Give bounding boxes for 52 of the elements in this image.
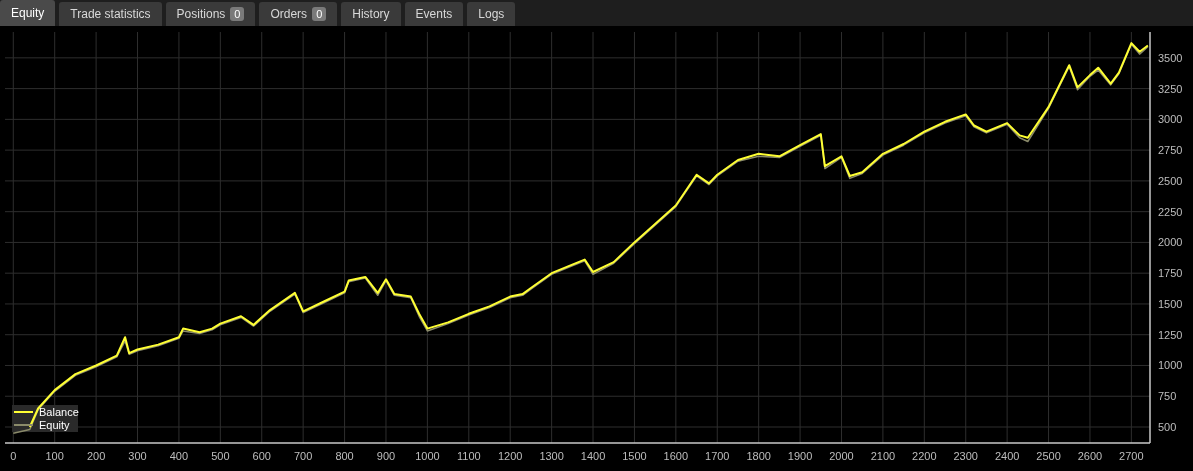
count-badge: 0: [230, 7, 245, 21]
axis-tick-label: 1700: [705, 450, 730, 462]
legend-label: Equity: [39, 419, 70, 431]
axis-tick-label: 700: [294, 450, 313, 462]
tab[interactable]: Logs: [467, 2, 516, 26]
axis-tick-label: 0: [10, 450, 17, 462]
axis-tick-label: 1200: [497, 450, 523, 462]
tab[interactable]: History: [341, 2, 401, 26]
tab[interactable]: Positions 0: [165, 2, 256, 26]
axis-tick-label: 1400: [580, 450, 606, 462]
axis-tick-label: 1100: [456, 450, 481, 462]
axis-tick-label: 2200: [912, 450, 937, 462]
axis-tick-label: 2000: [829, 450, 854, 462]
axis-tick-label: 1300: [539, 450, 564, 462]
axis-tick-label: 1250: [1158, 328, 1183, 341]
axis-tick-label: 2600: [1077, 450, 1103, 462]
axis-tick-label: 800: [335, 450, 354, 462]
axis-tick-label: 1800: [746, 450, 771, 462]
axis-tick-label: 1500: [1158, 297, 1183, 310]
axis-tick-label: 2400: [994, 450, 1020, 462]
tab[interactable]: Trade statistics: [59, 2, 162, 26]
axis-tick-label: 1500: [622, 450, 647, 462]
axis-tick-label: 3500: [1158, 51, 1183, 64]
tab[interactable]: Orders 0: [259, 2, 338, 26]
axis-tick-label: 300: [128, 450, 147, 462]
axis-tick-label: 3250: [1158, 82, 1183, 95]
axis-tick-label: 2100: [870, 450, 896, 462]
tab[interactable]: Equity: [0, 0, 56, 26]
axis-tick-label: 1600: [663, 450, 689, 462]
axis-tick-label: 3000: [1158, 113, 1183, 126]
axis-tick-label: 2250: [1158, 205, 1183, 218]
axis-tick-label: 600: [252, 450, 271, 462]
axis-tick-label: 400: [169, 450, 189, 462]
axis-tick-label: 2300: [953, 450, 978, 462]
count-badge: 0: [312, 7, 327, 21]
axis-tick-label: 2500: [1036, 450, 1061, 462]
axis-tick-label: 2700: [1119, 450, 1144, 462]
axis-tick-label: 750: [1158, 390, 1177, 403]
axis-tick-label: 1000: [1158, 359, 1183, 372]
axis-tick-label: 2750: [1158, 144, 1183, 157]
axis-tick-label: 900: [376, 450, 396, 462]
axis-tick-label: 1000: [415, 450, 440, 462]
axis-tick-label: 2500: [1158, 174, 1183, 187]
legend-label: Balance: [39, 406, 79, 418]
axis-tick-label: 2000: [1158, 236, 1183, 249]
axis-tick-label: 200: [86, 450, 106, 462]
axis-tick-label: 1900: [787, 450, 813, 462]
axis-tick-label: 500: [1158, 421, 1177, 433]
axis-tick-label: 100: [45, 450, 64, 462]
tab[interactable]: Events: [404, 2, 464, 26]
axis-tick-label: 500: [211, 450, 230, 462]
axis-tick-label: 1750: [1158, 267, 1183, 280]
